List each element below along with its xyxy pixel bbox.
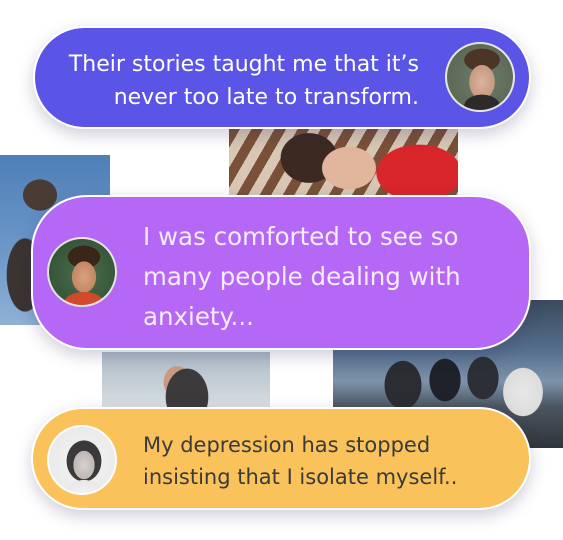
testimonial-text-2: I was comforted to see so many people de…: [143, 217, 503, 337]
testimonial-bubble-2: I was comforted to see so many people de…: [31, 195, 531, 350]
testimonial-text-3: My depression has stopped insisting that…: [143, 429, 503, 493]
testimonial-1-line-2: never too late to transform.: [113, 85, 419, 110]
testimonial-3-line-1: My depression has stopped: [143, 433, 431, 457]
testimonial-text-1: Their stories taught me that it’s never …: [59, 48, 419, 114]
smiling-man-portrait-avatar: [47, 237, 117, 307]
testimonial-bubble-1: Their stories taught me that it’s never …: [33, 26, 531, 129]
testimonial-2-line-2: many people dealing with: [143, 262, 461, 291]
testimonial-2-line-1: I was comforted to see so: [143, 222, 459, 251]
testimonial-bubble-3: My depression has stopped insisting that…: [31, 407, 531, 510]
couple-hugging-photo: [102, 352, 270, 412]
man-portrait-avatar: [445, 42, 515, 112]
testimonial-1-line-1: Their stories taught me that it’s: [68, 52, 419, 77]
testimonial-2-line-3: anxiety...: [143, 302, 254, 331]
testimonial-3-line-2: insisting that I isolate myself..: [143, 465, 458, 489]
woman-portrait-avatar: [47, 425, 117, 495]
friends-lying-together-photo: [229, 128, 458, 198]
